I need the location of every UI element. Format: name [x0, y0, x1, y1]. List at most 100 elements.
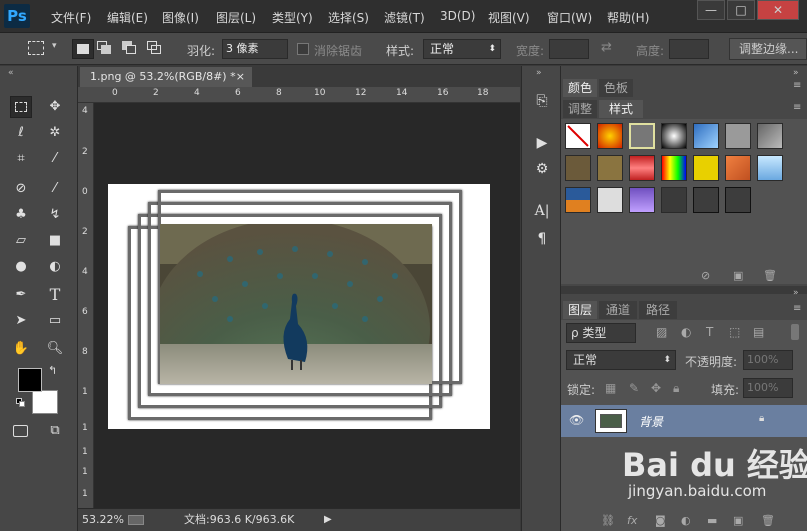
style-swatch[interactable] — [693, 187, 719, 213]
zoom-tool-icon[interactable]: 🔍︎ — [44, 338, 66, 360]
menu-filter[interactable]: 滤镜(T) — [384, 9, 425, 26]
layer-fx-icon[interactable]: fx — [627, 514, 637, 527]
style-swatch[interactable] — [565, 155, 591, 181]
background-color-swatch[interactable] — [32, 390, 58, 414]
tab-paths[interactable]: 路径 — [639, 301, 677, 319]
style-swatch-none[interactable] — [565, 123, 591, 149]
style-swatch[interactable] — [725, 155, 751, 181]
filter-type-icon[interactable]: T — [706, 325, 713, 339]
hand-tool-icon[interactable]: ✋ — [10, 338, 32, 360]
status-menu-arrow-icon[interactable]: ▶ — [324, 509, 332, 531]
maximize-button[interactable]: □ — [727, 0, 755, 20]
filter-pixel-icon[interactable]: ▨ — [656, 325, 667, 339]
style-swatch[interactable] — [661, 123, 687, 149]
lock-transparent-icon[interactable]: ▦ — [605, 381, 616, 395]
magic-wand-tool-icon[interactable]: ✲ — [44, 122, 66, 144]
height-input[interactable] — [669, 39, 709, 59]
crop-tool-icon[interactable]: ⌗ — [10, 148, 32, 170]
foreground-color-swatch[interactable] — [18, 368, 42, 392]
lock-all-icon[interactable]: 🔒︎ — [673, 381, 679, 396]
blend-mode-select[interactable]: 正常 ⬍ — [566, 350, 676, 370]
rectangular-marquee-tool-icon[interactable] — [10, 96, 32, 118]
paragraph-panel-icon[interactable]: ¶ — [531, 228, 553, 250]
menu-help[interactable]: 帮助(H) — [607, 9, 649, 26]
lasso-tool-icon[interactable]: ℓ — [10, 122, 32, 144]
filter-shape-icon[interactable]: ⬚ — [729, 325, 740, 339]
style-select[interactable]: 正常 ⬍ — [423, 39, 501, 59]
collapse-icon[interactable]: » — [536, 68, 542, 78]
tab-swatches[interactable]: 色板 — [599, 79, 633, 97]
new-group-icon[interactable]: ▬ — [707, 514, 717, 527]
new-layer-icon[interactable]: ▣ — [733, 514, 743, 527]
lock-position-icon[interactable]: ✥ — [651, 381, 661, 395]
style-swatch[interactable] — [661, 187, 687, 213]
style-swatch[interactable] — [597, 187, 623, 213]
close-tab-icon[interactable]: × — [236, 67, 245, 87]
dodge-tool-icon[interactable]: ◐ — [44, 256, 66, 278]
style-swatch[interactable] — [693, 123, 719, 149]
filter-toggle[interactable] — [791, 324, 799, 340]
tab-color[interactable]: 颜色 — [563, 79, 597, 97]
delete-layer-icon[interactable]: 🗑︎ — [761, 514, 775, 527]
panel-menu-icon[interactable]: ≡ — [793, 102, 801, 113]
rectangle-tool-icon[interactable]: ▭ — [44, 310, 66, 332]
document-canvas[interactable] — [108, 184, 490, 429]
actions-panel-icon[interactable]: ▶ — [531, 132, 553, 154]
link-layers-icon[interactable]: ⛓ — [601, 514, 615, 527]
menu-window[interactable]: 窗口(W) — [547, 9, 592, 26]
status-preview-icon[interactable] — [128, 515, 144, 525]
style-swatch[interactable] — [629, 187, 655, 213]
style-swatch[interactable] — [597, 123, 623, 149]
menu-type[interactable]: 类型(Y) — [272, 9, 313, 26]
new-style-icon[interactable]: ▣ — [733, 269, 743, 282]
new-selection-icon[interactable] — [72, 39, 94, 59]
character-panel-icon[interactable]: A| — [531, 200, 553, 222]
zoom-level[interactable]: 53.22% — [82, 509, 124, 531]
fill-input[interactable]: 100% — [743, 378, 793, 398]
refine-edge-button[interactable]: 调整边缘... — [729, 38, 807, 60]
tab-layers[interactable]: 图层 — [563, 301, 597, 319]
menu-layer[interactable]: 图层(L) — [216, 9, 256, 26]
tab-channels[interactable]: 通道 — [599, 301, 637, 319]
tab-styles[interactable]: 样式 — [599, 100, 643, 118]
collapse-icon[interactable]: » — [793, 68, 799, 78]
quick-mask-icon[interactable] — [10, 420, 32, 442]
canvas-area[interactable] — [94, 103, 520, 508]
menu-3d[interactable]: 3D(D) — [440, 9, 475, 23]
healing-brush-tool-icon[interactable]: ⊘ — [10, 178, 32, 200]
menu-view[interactable]: 视图(V) — [488, 9, 530, 26]
pen-tool-icon[interactable]: ✒ — [10, 284, 32, 306]
type-tool-icon[interactable]: T — [44, 284, 66, 306]
swap-colors-icon[interactable]: ↰ — [48, 364, 57, 377]
tab-adjustments[interactable]: 调整 — [563, 100, 597, 118]
clear-style-icon[interactable]: ⊘ — [701, 269, 710, 282]
brush-tool-icon[interactable]: ⁄ — [44, 178, 66, 200]
filter-adjustment-icon[interactable]: ◐ — [681, 325, 691, 339]
document-tab[interactable]: 1.png @ 53.2%(RGB/8#) * × — [80, 67, 252, 87]
style-swatch[interactable] — [757, 155, 783, 181]
history-brush-tool-icon[interactable]: ↯ — [44, 204, 66, 226]
close-button[interactable]: ✕ — [757, 0, 799, 20]
menu-image[interactable]: 图像(I) — [162, 9, 199, 26]
style-swatch[interactable] — [661, 155, 687, 181]
panel-menu-icon[interactable]: ≡ — [793, 80, 801, 91]
width-input[interactable] — [549, 39, 589, 59]
filter-smart-object-icon[interactable]: ▤ — [753, 325, 764, 339]
clone-stamp-tool-icon[interactable]: ♣ — [10, 204, 32, 226]
style-swatch[interactable] — [725, 123, 751, 149]
feather-input[interactable]: 3 像素 — [222, 39, 288, 59]
eraser-tool-icon[interactable]: ▱ — [10, 230, 32, 252]
layer-row-background[interactable]: 👁︎ 背景 🔒︎ — [561, 405, 807, 437]
eyedropper-tool-icon[interactable]: ⁄ — [44, 148, 66, 170]
blur-tool-icon[interactable]: ● — [10, 256, 32, 278]
history-panel-icon[interactable]: ⎘ — [531, 90, 553, 112]
gradient-tool-icon[interactable]: ■ — [44, 230, 66, 252]
path-selection-tool-icon[interactable]: ➤ — [10, 310, 32, 332]
intersect-selection-icon[interactable] — [147, 41, 161, 55]
style-swatch[interactable] — [693, 155, 719, 181]
menu-edit[interactable]: 编辑(E) — [107, 9, 148, 26]
move-tool-icon[interactable]: ✥ — [44, 96, 66, 118]
antialias-checkbox[interactable] — [297, 43, 309, 55]
style-swatch[interactable] — [725, 187, 751, 213]
add-mask-icon[interactable]: ◙ — [655, 514, 666, 527]
